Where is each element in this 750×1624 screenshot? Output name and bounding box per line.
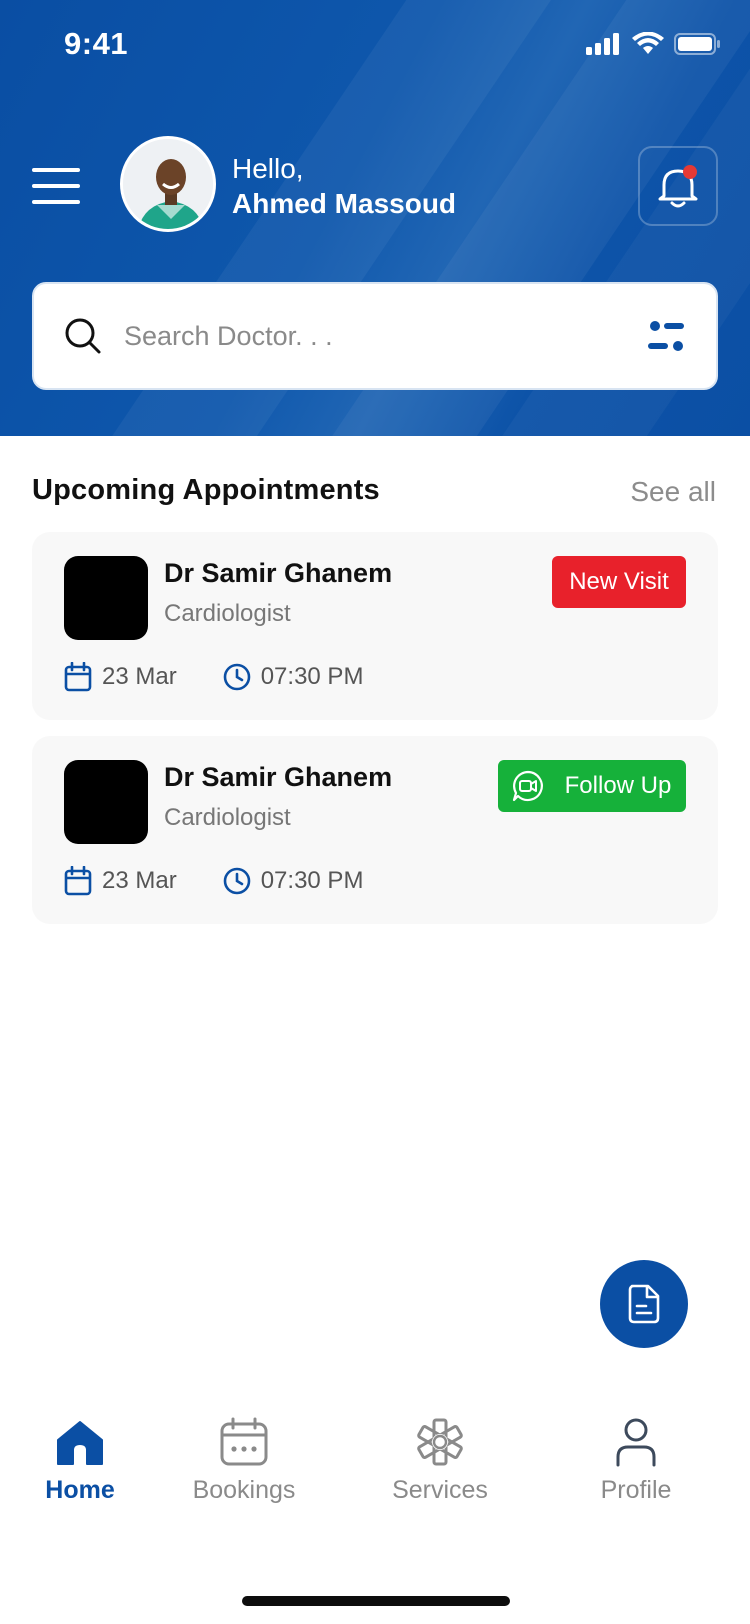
bottom-tab-bar: Home Bookings Services Profile	[0, 1412, 750, 1532]
doctor-specialty: Cardiologist	[164, 804, 291, 831]
appointment-datetime: 23 Mar 07:30 PM	[64, 866, 363, 896]
calendar-icon	[64, 866, 92, 896]
tab-bookings[interactable]: Bookings	[164, 1412, 324, 1505]
video-call-icon	[512, 770, 543, 802]
cellular-signal-icon	[586, 33, 619, 55]
document-fab-button[interactable]	[600, 1260, 688, 1348]
user-name: Ahmed Massoud	[232, 188, 457, 219]
search-icon	[65, 318, 101, 354]
appointment-time: 07:30 PM	[260, 663, 364, 690]
status-time: 9:41	[64, 26, 129, 61]
doctor-name: Dr Samir Ghanem	[164, 762, 393, 792]
appointment-time: 07:30 PM	[260, 867, 364, 894]
home-icon	[57, 1421, 103, 1465]
user-photo	[123, 139, 213, 229]
hamburger-menu-icon[interactable]	[32, 168, 80, 204]
calendar-icon	[64, 662, 92, 692]
tab-services[interactable]: Services	[360, 1412, 520, 1505]
search-input[interactable]	[124, 320, 646, 352]
user-icon	[616, 1418, 656, 1467]
doctor-photo	[64, 760, 148, 844]
medical-star-icon	[417, 1418, 463, 1466]
new-visit-badge[interactable]: New Visit	[552, 556, 686, 608]
notifications-button[interactable]	[638, 146, 718, 226]
search-bar	[32, 282, 718, 390]
header: 9:41 Hello, Ahmed Massoud Search Doctor.…	[0, 0, 750, 436]
avatar[interactable]	[120, 136, 216, 232]
appointment-card[interactable]: Dr Samir Ghanem Cardiologist New Visit 2…	[32, 532, 718, 720]
tab-home[interactable]: Home	[0, 1412, 160, 1505]
tab-label: Home	[45, 1476, 115, 1504]
clock-icon	[223, 867, 251, 895]
doctor-specialty: Cardiologist	[164, 600, 291, 627]
calendar-icon	[220, 1417, 268, 1466]
clock-icon	[223, 663, 251, 691]
wifi-icon	[632, 32, 664, 54]
doctor-photo	[64, 556, 148, 640]
document-icon	[628, 1284, 660, 1324]
bell-icon	[658, 165, 698, 208]
tab-profile[interactable]: Profile	[556, 1412, 716, 1505]
appointment-card[interactable]: Dr Samir Ghanem Cardiologist Follow Up 2…	[32, 736, 718, 924]
home-indicator	[242, 1596, 510, 1606]
tab-label: Services	[392, 1476, 488, 1504]
appointment-date: 23 Mar	[102, 663, 177, 690]
section-title: Upcoming Appointments	[32, 474, 380, 506]
greeting: Hello, Ahmed Massoud	[232, 152, 456, 222]
greeting-hello: Hello,	[232, 153, 304, 184]
tab-label: Profile	[600, 1476, 672, 1504]
appointment-date: 23 Mar	[102, 867, 177, 894]
battery-icon	[674, 33, 720, 55]
doctor-name: Dr Samir Ghanem	[164, 558, 393, 588]
follow-up-badge[interactable]: Follow Up	[498, 760, 686, 812]
filter-icon[interactable]	[646, 316, 686, 356]
see-all-link[interactable]: See all	[630, 476, 716, 508]
follow-up-label: Follow Up	[564, 772, 672, 799]
status-icons	[586, 32, 720, 56]
appointment-datetime: 23 Mar 07:30 PM	[64, 662, 363, 692]
tab-label: Bookings	[192, 1476, 296, 1504]
